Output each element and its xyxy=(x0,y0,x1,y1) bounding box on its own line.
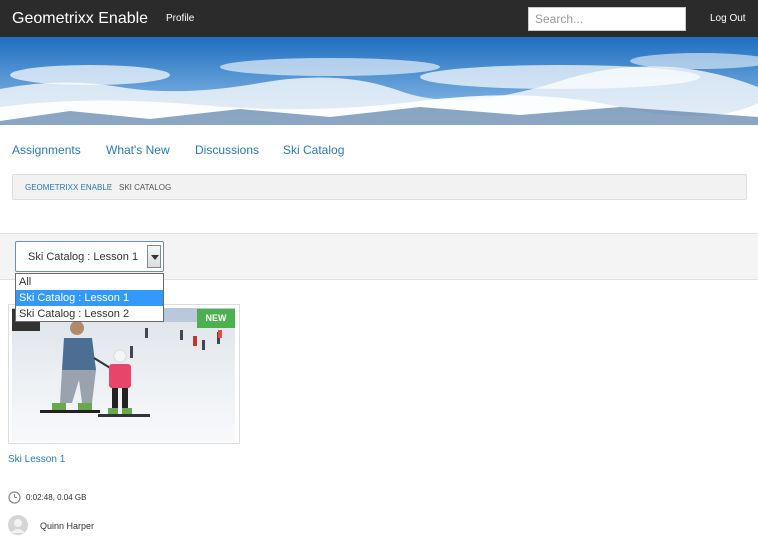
chevron-down-icon xyxy=(151,255,159,260)
duration-size-text: 0:02:48, 0.04 GB xyxy=(26,493,87,502)
dropdown-option-all[interactable]: All xyxy=(16,274,163,290)
clock-icon xyxy=(8,491,21,504)
brand-title[interactable]: Geometrixx Enable xyxy=(12,10,148,28)
breadcrumb-home[interactable]: GEOMETRIXX ENABLE xyxy=(25,183,112,192)
nav-whats-new[interactable]: What's New xyxy=(106,143,170,157)
avatar-icon xyxy=(8,515,28,535)
search-input[interactable] xyxy=(528,7,686,31)
nav-ski-catalog[interactable]: Ski Catalog xyxy=(283,143,344,157)
main-nav: Assignments What's New Discussions Ski C… xyxy=(0,133,758,169)
catalog-select[interactable]: Ski Catalog : Lesson 1 xyxy=(15,241,164,272)
new-badge: NEW xyxy=(197,309,235,328)
top-bar: Geometrixx Enable Profile Log Out xyxy=(0,0,758,37)
dropdown-option-lesson-1[interactable]: Ski Catalog : Lesson 1 xyxy=(16,290,163,306)
hero-banner xyxy=(0,37,758,133)
logout-link[interactable]: Log Out xyxy=(710,13,746,24)
dropdown-option-lesson-2[interactable]: Ski Catalog : Lesson 2 xyxy=(16,306,163,322)
catalog-select-value: Ski Catalog : Lesson 1 xyxy=(28,251,139,263)
breadcrumb: GEOMETRIXX ENABLE / SKI CATALOG xyxy=(12,174,747,200)
nav-assignments[interactable]: Assignments xyxy=(12,143,81,157)
nav-discussions[interactable]: Discussions xyxy=(195,143,259,157)
breadcrumb-separator: / xyxy=(109,183,112,192)
breadcrumb-current: SKI CATALOG xyxy=(119,183,172,192)
lesson-title-link[interactable]: Ski Lesson 1 xyxy=(8,454,65,465)
dropdown-arrow-button[interactable] xyxy=(147,245,161,268)
sky-banner-image xyxy=(0,37,758,133)
catalog-dropdown-list: All Ski Catalog : Lesson 1 Ski Catalog :… xyxy=(15,273,164,322)
author-name[interactable]: Quinn Harper xyxy=(40,521,94,531)
profile-link[interactable]: Profile xyxy=(166,13,194,24)
